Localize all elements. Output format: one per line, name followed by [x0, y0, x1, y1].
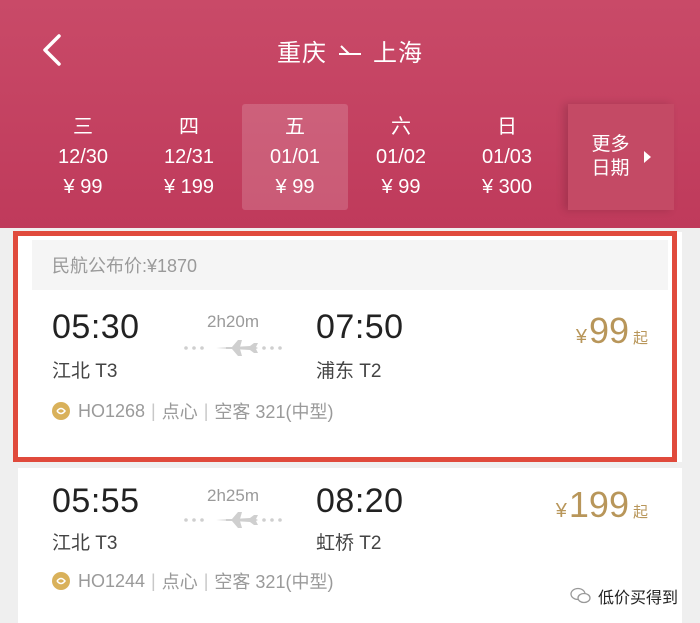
date-option[interactable]: 六 01/02 ¥ 99 — [348, 104, 454, 210]
date-day: 12/31 — [163, 146, 215, 168]
date-price: ¥ 300 — [481, 176, 533, 198]
flight-number: HO1244 — [78, 570, 146, 591]
date-price: ¥ 99 — [381, 176, 421, 198]
date-weekday: 四 — [179, 116, 199, 138]
date-option[interactable]: 日 01/03 ¥ 300 — [454, 104, 560, 210]
plane-icon — [184, 340, 282, 356]
date-weekday: 日 — [497, 116, 517, 138]
caret-right-icon — [643, 151, 651, 163]
arrival-time: 07:50 — [316, 308, 404, 346]
flight-info: 05:30 江北 T3 2h20m 07:50 浦东 T2 ¥ 99 起 HO1… — [18, 290, 682, 440]
date-price: ¥ 99 — [275, 176, 315, 198]
date-price: ¥ 199 — [163, 176, 215, 198]
airline-logo-icon — [52, 402, 70, 420]
meal-info: 点心 — [161, 402, 198, 422]
watermark-text: 低价买得到 — [597, 590, 678, 607]
date-day: 01/03 — [481, 146, 533, 168]
divider: | — [151, 400, 156, 421]
meal-info: 点心 — [161, 572, 198, 592]
date-price: ¥ 99 — [63, 176, 103, 198]
plane-icon — [184, 512, 282, 528]
public-price-label: 民航公布价:¥1870 — [32, 240, 668, 290]
flight-price: ¥ 199 起 — [556, 484, 648, 526]
flight-card[interactable]: 民航公布价:¥1870 05:30 江北 T3 2h20m 07:50 浦东 T… — [18, 232, 682, 462]
flight-number: HO1268 — [78, 400, 146, 421]
arrival-time: 08:20 — [316, 482, 404, 520]
one-way-arrow-icon — [337, 42, 363, 58]
more-dates-line1: 更多 — [591, 134, 630, 155]
flight-price: ¥ 99 起 — [576, 310, 648, 352]
arrival-airport: 虹桥 T2 — [316, 533, 382, 554]
date-day: 01/01 — [269, 146, 321, 168]
price-value: 199 — [568, 484, 629, 525]
price-currency: ¥ — [555, 500, 567, 522]
more-dates-button[interactable]: 更多 日期 — [568, 104, 674, 210]
divider: | — [203, 400, 209, 421]
airline-logo-icon — [52, 572, 70, 590]
date-day: 01/02 — [375, 146, 427, 168]
arrival-airport: 浦东 T2 — [316, 361, 382, 382]
flight-meta: HO1268 | 点心 | 空客 321(中型) — [52, 398, 333, 424]
flight-meta: HO1244 | 点心 | 空客 321(中型) — [52, 568, 333, 594]
departure-time: 05:30 — [52, 308, 140, 346]
aircraft-type: 空客 321(中型) — [214, 572, 334, 592]
watermark: 低价买得到 — [570, 584, 678, 608]
origin-city: 重庆 — [277, 39, 327, 67]
divider: | — [203, 570, 209, 591]
departure-time: 05:55 — [52, 482, 140, 520]
divider: | — [151, 570, 156, 591]
route-title: 重庆 上海 — [0, 28, 700, 72]
header-bar: 重庆 上海 三 12/30 ¥ 99 四 12/31 ¥ 199 五 01/01… — [0, 0, 700, 228]
price-suffix: 起 — [632, 330, 648, 347]
wechat-icon — [570, 587, 591, 604]
date-weekday: 三 — [73, 116, 93, 138]
date-weekday: 五 — [285, 116, 305, 138]
departure-airport: 江北 T3 — [52, 533, 118, 554]
more-dates-label: 更多 日期 — [592, 133, 634, 181]
price-suffix: 起 — [632, 504, 648, 521]
date-weekday: 六 — [391, 116, 411, 138]
departure-airport: 江北 T3 — [52, 361, 118, 382]
destination-city: 上海 — [373, 39, 423, 67]
price-currency: ¥ — [575, 326, 587, 348]
price-value: 99 — [588, 310, 629, 351]
flight-duration: 2h20m — [207, 312, 259, 331]
date-option[interactable]: 四 12/31 ¥ 199 — [136, 104, 242, 210]
aircraft-type: 空客 321(中型) — [214, 402, 334, 422]
more-dates-line2: 日期 — [591, 158, 630, 179]
date-day: 12/30 — [57, 146, 109, 168]
date-option[interactable]: 三 12/30 ¥ 99 — [30, 104, 136, 210]
date-option-selected[interactable]: 五 01/01 ¥ 99 — [242, 104, 348, 210]
date-selector: 三 12/30 ¥ 99 四 12/31 ¥ 199 五 01/01 ¥ 99 … — [30, 104, 568, 210]
flight-duration: 2h25m — [207, 486, 259, 505]
